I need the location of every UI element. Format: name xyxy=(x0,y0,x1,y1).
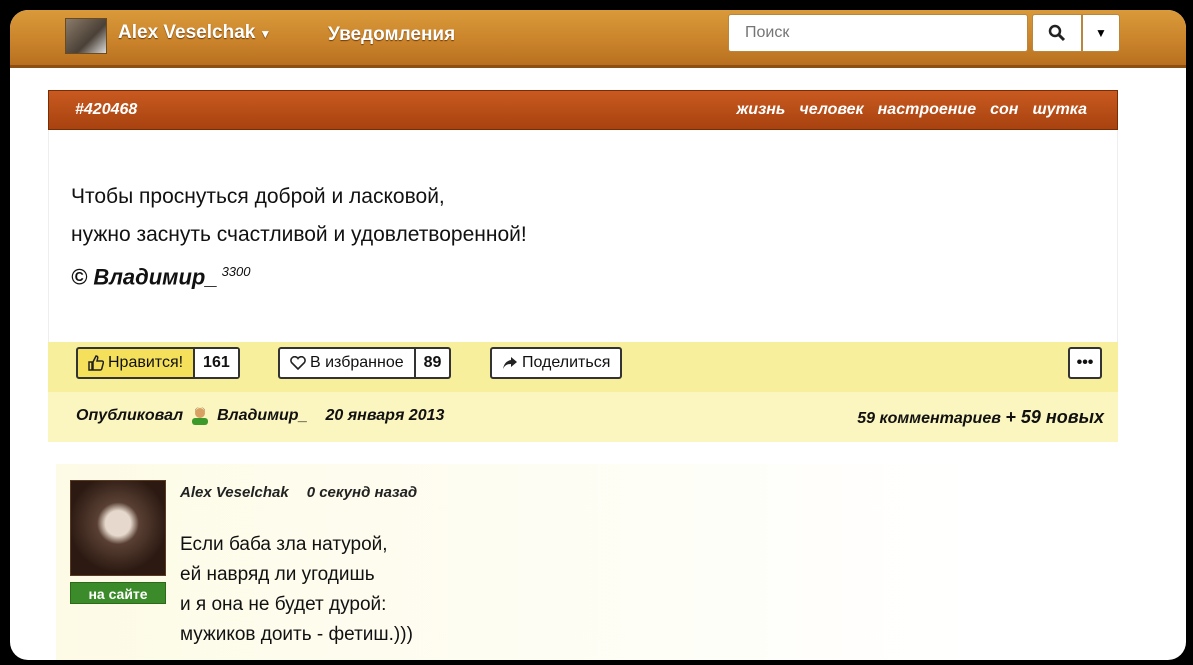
share-button[interactable]: Поделиться xyxy=(490,347,623,379)
search-dropdown-button[interactable]: ▼ xyxy=(1082,14,1120,52)
tag-link[interactable]: настроение xyxy=(878,101,976,119)
quote-text: Чтобы проснуться доброй и ласковой, нужн… xyxy=(71,178,527,254)
tag-link[interactable]: человек xyxy=(799,101,863,119)
comment-meta: Alex Veselchak 0 секунд назад xyxy=(180,484,417,501)
search-button[interactable] xyxy=(1032,14,1082,52)
comment-line: мужиков доить - фетиш.))) xyxy=(180,624,413,645)
more-options-button[interactable]: ••• xyxy=(1068,347,1102,379)
published-bar: Опубликовал Владимир_ 20 января 2013 59 … xyxy=(48,392,1118,442)
top-navbar: Alex Veselchak▼ Уведомления ▼ xyxy=(10,10,1186,68)
comments-link[interactable]: 59 комментариев + 59 новых xyxy=(857,407,1104,428)
heart-icon xyxy=(290,356,306,370)
comments-count: 59 комментариев xyxy=(857,410,1001,427)
action-bar: Нравится! 161 В избранное 89 Поделиться … xyxy=(48,342,1118,392)
author-rating: 3300 xyxy=(221,264,251,279)
notifications-link[interactable]: Уведомления xyxy=(328,24,455,46)
quote-line: Чтобы проснуться доброй и ласковой, xyxy=(71,185,445,208)
comment-line: Если баба зла натурой, xyxy=(180,534,388,555)
screen: Alex Veselchak▼ Уведомления ▼ #420468 жи… xyxy=(10,10,1186,660)
thumbs-up-icon xyxy=(88,355,104,371)
user-name: Alex Veselchak xyxy=(118,22,256,43)
comment-line: и я она не будет дурой: xyxy=(180,594,387,615)
comment-time: 0 секунд назад xyxy=(306,484,418,501)
tag-link[interactable]: шутка xyxy=(1032,101,1087,119)
user-avatar[interactable] xyxy=(65,18,107,54)
comment-text: Если баба зла натурой, ей навряд ли угод… xyxy=(180,530,413,650)
comment: на сайте Alex Veselchak 0 секунд назад Е… xyxy=(56,464,1076,660)
published-prefix: Опубликовал xyxy=(76,407,184,424)
comment-line: ей навряд ли угодишь xyxy=(180,564,375,585)
fav-label-wrap: В избранное xyxy=(280,354,414,372)
fav-label: В избранное xyxy=(310,354,404,371)
share-label: Поделиться xyxy=(522,354,611,371)
published-info: Опубликовал Владимир_ 20 января 2013 xyxy=(76,407,444,425)
like-label-wrap: Нравится! xyxy=(78,354,193,372)
comment-author-link[interactable]: Alex Veselchak xyxy=(180,484,289,501)
caret-down-icon: ▼ xyxy=(259,27,272,41)
quote-id-link[interactable]: #420468 xyxy=(75,101,137,119)
user-menu[interactable]: Alex Veselchak ▼ xyxy=(118,22,271,44)
caret-down-icon: ▼ xyxy=(1095,26,1107,40)
quote-author-name: © Владимир_ xyxy=(71,264,218,290)
like-button[interactable]: Нравится! 161 xyxy=(76,347,240,379)
comment-avatar[interactable] xyxy=(70,480,166,576)
tag-link[interactable]: сон xyxy=(990,101,1018,119)
new-comments-count: + 59 новых xyxy=(1005,407,1104,427)
quote-tags: жизнь человек настроение сон шутка xyxy=(737,101,1087,119)
fav-count: 89 xyxy=(413,349,450,377)
share-label-wrap: Поделиться xyxy=(492,354,620,372)
like-count: 161 xyxy=(193,349,238,377)
quote-line: нужно заснуть счастливой и удовлетворенн… xyxy=(71,223,527,246)
favorite-button[interactable]: В избранное 89 xyxy=(278,347,452,379)
search-input[interactable] xyxy=(728,14,1028,52)
user-icon xyxy=(192,407,209,425)
published-date: 20 января 2013 xyxy=(325,407,445,424)
quote-author[interactable]: © Владимир_ 3300 xyxy=(71,264,250,290)
like-label: Нравится! xyxy=(108,354,184,371)
online-badge: на сайте xyxy=(70,582,166,604)
quote-body: Чтобы проснуться доброй и ласковой, нужн… xyxy=(48,130,1118,342)
search-icon xyxy=(1048,24,1066,42)
quote-header: #420468 жизнь человек настроение сон шут… xyxy=(48,90,1118,130)
share-arrow-icon xyxy=(503,357,517,369)
tag-link[interactable]: жизнь xyxy=(737,101,786,119)
published-author-link[interactable]: Владимир_ xyxy=(217,407,307,425)
